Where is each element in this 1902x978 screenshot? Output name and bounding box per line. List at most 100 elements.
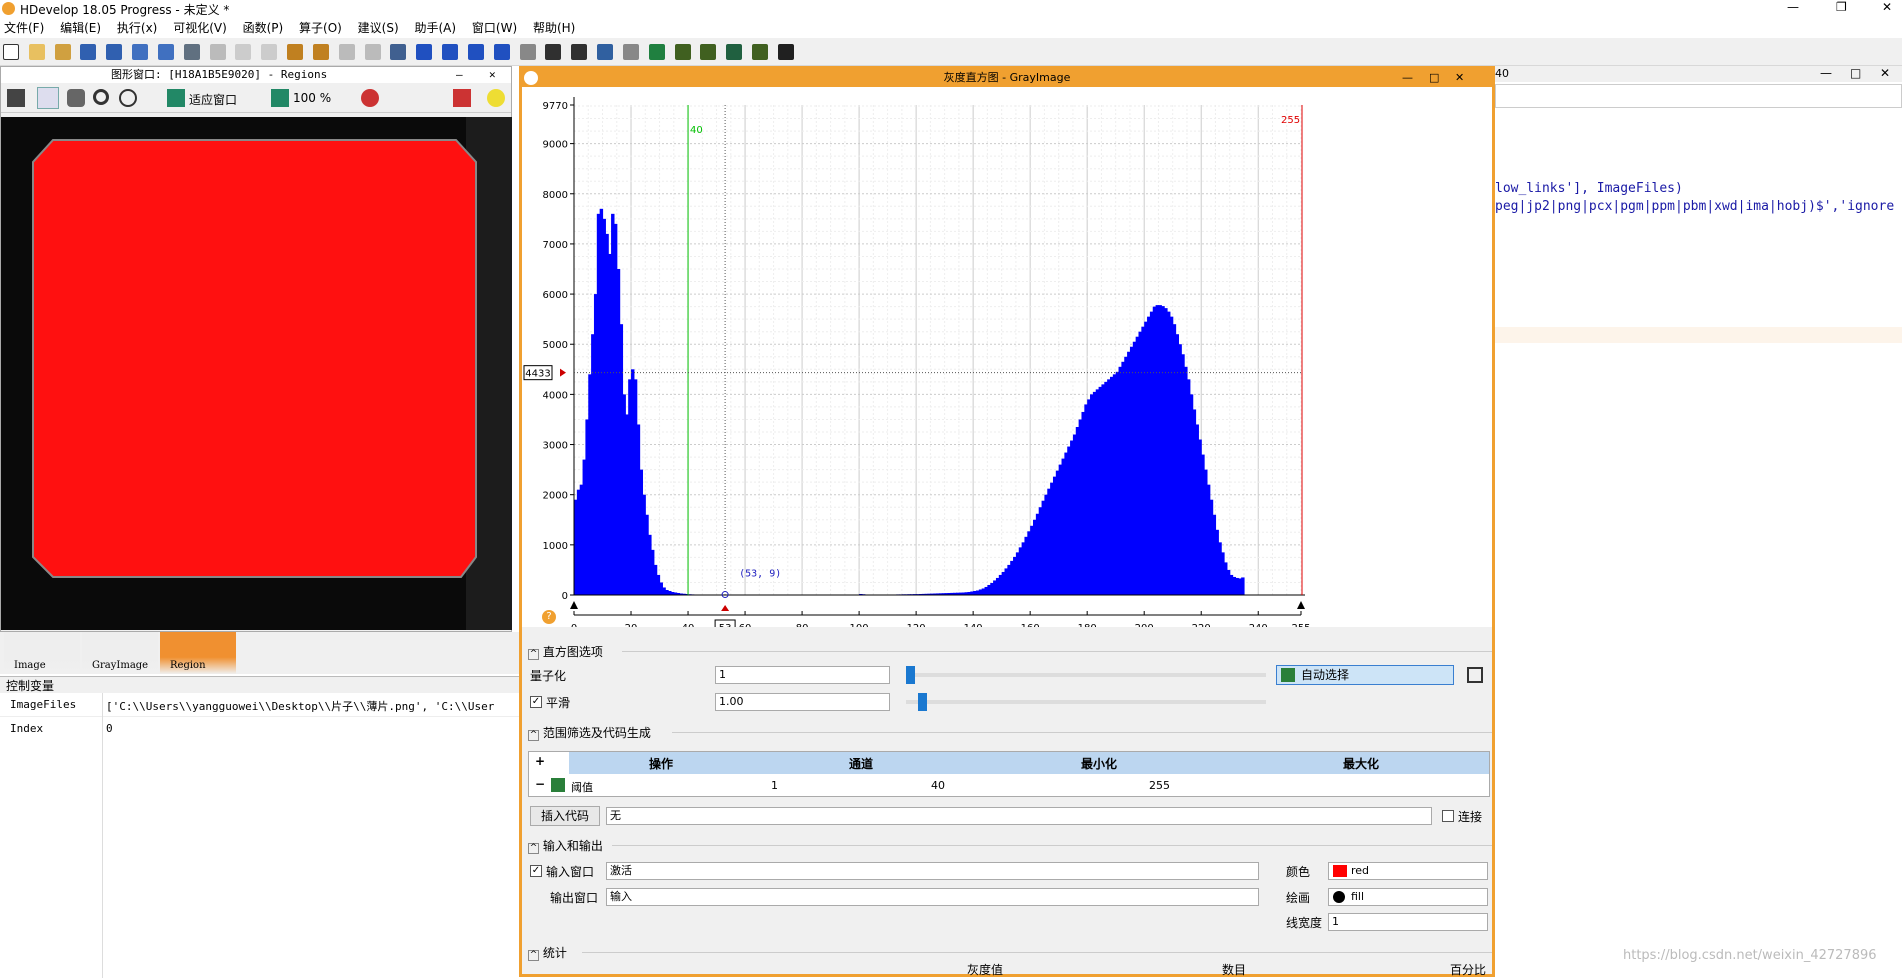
histogram-close-button[interactable]: ✕ (1455, 69, 1464, 87)
maximize-button[interactable]: ❐ (1836, 0, 1847, 14)
open-example-icon[interactable] (55, 44, 71, 60)
output-window-select[interactable]: 输入 (606, 888, 1259, 906)
connect-checkbox[interactable] (1442, 810, 1454, 822)
minimize-button[interactable]: — (1787, 0, 1799, 14)
collapse-icon[interactable]: ^ (528, 950, 539, 961)
range-section-header[interactable]: ^ 范围筛选及代码生成 (528, 724, 651, 741)
histogram-minimize-button[interactable]: — (1402, 69, 1413, 87)
smooth-slider[interactable] (906, 700, 1266, 704)
image-canvas[interactable] (1, 117, 512, 630)
step-into-icon[interactable] (468, 44, 484, 60)
menu-operators[interactable]: 算子(O) (299, 18, 342, 38)
help-icon[interactable]: ? (542, 610, 556, 624)
program-close-button[interactable]: ✕ (1880, 66, 1890, 80)
add-range-button[interactable]: + (535, 754, 545, 768)
ocr-assistant-icon[interactable] (778, 44, 794, 60)
graphics-close-button[interactable]: ✕ (489, 67, 496, 83)
profiler-icon[interactable] (597, 44, 613, 60)
find-icon[interactable] (390, 44, 406, 60)
close-button[interactable]: ✕ (1882, 0, 1892, 14)
collapse-icon[interactable]: ^ (528, 843, 539, 854)
hist-options-header[interactable]: ^ 直方图选项 (528, 643, 603, 660)
import-icon[interactable] (132, 44, 148, 60)
collapse-icon[interactable]: ^ (528, 730, 539, 741)
menu-functions[interactable]: 函数(P) (243, 18, 284, 38)
pointer-icon[interactable] (37, 87, 59, 109)
range-row[interactable]: 阈值 1 40 255 (549, 774, 1489, 796)
color-picker-icon[interactable] (361, 89, 379, 107)
stats-section-header[interactable]: ^ 统计 (528, 944, 567, 961)
code-line[interactable]: peg|jp2|png|pcx|pgm|ppm|pbm|xwd|ima|hobj… (1495, 199, 1894, 214)
gray-histogram-icon[interactable] (675, 44, 691, 60)
histogram-maximize-button[interactable]: □ (1429, 69, 1439, 87)
zoom-level-select[interactable]: 100 % (293, 91, 331, 105)
redo-icon[interactable] (313, 44, 329, 60)
insert-code-button[interactable]: 插入代码 (530, 806, 600, 826)
quantize-slider-handle[interactable] (906, 666, 915, 684)
stop-icon[interactable] (520, 44, 536, 60)
linewidth-input[interactable]: 1 (1328, 913, 1488, 931)
program-minimize-button[interactable]: — (1820, 66, 1832, 80)
save-icon[interactable] (80, 44, 96, 60)
line-profile-icon[interactable] (752, 44, 768, 60)
thumb-grayimage[interactable]: GrayImage (82, 632, 158, 674)
thumb-region[interactable]: Region (160, 632, 236, 674)
smooth-checkbox[interactable]: ✓ (530, 696, 542, 708)
menu-assistants[interactable]: 助手(A) (414, 18, 456, 38)
input-window-select[interactable]: 激活 (606, 862, 1259, 880)
reset-icon[interactable] (545, 44, 561, 60)
variable-row[interactable]: Index 0 (0, 717, 520, 741)
menu-suggestions[interactable]: 建议(S) (358, 18, 399, 38)
open-file-icon[interactable] (29, 44, 45, 60)
breakpoint-icon[interactable] (571, 44, 587, 60)
variable-row[interactable]: ImageFiles ['C:\\Users\\yangguowei\\Desk… (0, 693, 520, 717)
cut-icon[interactable] (210, 44, 226, 60)
new-file-icon[interactable] (3, 44, 19, 60)
timer-icon[interactable] (623, 44, 639, 60)
remove-range-button[interactable]: − (535, 777, 545, 791)
menu-execute[interactable]: 执行(x) (117, 18, 157, 38)
program-maximize-button[interactable]: □ (1850, 66, 1861, 80)
histogram-plot-area[interactable]: 40255(53, 9)0100020003000400050006000700… (522, 87, 1492, 627)
run-icon[interactable] (416, 44, 432, 60)
fit-window-icon[interactable] (167, 89, 185, 107)
menu-help[interactable]: 帮助(H) (533, 18, 575, 38)
code-line[interactable]: low_links'], ImageFiles) (1495, 181, 1683, 196)
input-window-checkbox[interactable]: ✓ (530, 865, 542, 877)
menu-visualize[interactable]: 可视化(V) (173, 18, 227, 38)
menu-edit[interactable]: 编辑(E) (60, 18, 101, 38)
feature-inspection-icon[interactable] (726, 44, 742, 60)
paste-icon[interactable] (261, 44, 277, 60)
thumb-image[interactable]: Image (4, 632, 80, 674)
save-all-icon[interactable] (106, 44, 122, 60)
hand-icon[interactable] (67, 89, 85, 107)
insert-code-select[interactable]: 无 (606, 807, 1432, 825)
zoom-icon[interactable] (119, 89, 137, 107)
quantize-input[interactable]: 1 (715, 666, 890, 684)
comment-icon[interactable] (339, 44, 355, 60)
locate-icon[interactable] (453, 89, 471, 107)
smooth-slider-handle[interactable] (918, 693, 927, 711)
quantize-slider[interactable] (906, 673, 1266, 677)
feature-histogram-icon[interactable] (700, 44, 716, 60)
copy-icon[interactable] (235, 44, 251, 60)
print-icon[interactable] (184, 44, 200, 60)
io-section-header[interactable]: ^ 输入和输出 (528, 837, 603, 854)
pencil-icon[interactable] (7, 89, 25, 107)
settings-icon[interactable] (1467, 667, 1483, 683)
lightbulb-icon[interactable] (487, 89, 505, 107)
histogram-chart[interactable]: 40255(53, 9)0100020003000400050006000700… (522, 87, 1492, 627)
magnifier-icon[interactable] (93, 89, 109, 105)
color-select[interactable]: red (1328, 862, 1488, 880)
step-over-icon[interactable] (442, 44, 458, 60)
undo-icon[interactable] (287, 44, 303, 60)
procedure-select[interactable] (1495, 84, 1902, 108)
uncomment-icon[interactable] (365, 44, 381, 60)
collapse-icon[interactable]: ^ (528, 649, 539, 660)
menu-window[interactable]: 窗口(W) (472, 18, 517, 38)
zoom-window-icon[interactable] (649, 44, 665, 60)
draw-select[interactable]: fill (1328, 888, 1488, 906)
fit-window-select[interactable]: 适应窗口 (189, 91, 237, 108)
graphics-minimize-button[interactable]: — (456, 67, 463, 83)
smooth-input[interactable]: 1.00 (715, 693, 890, 711)
